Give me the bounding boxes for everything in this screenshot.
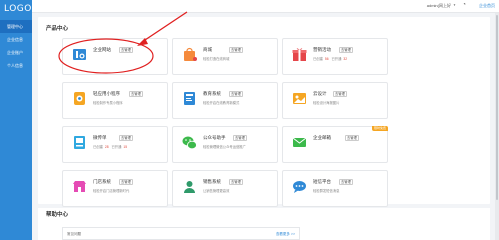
manage-button[interactable]: 去管理 <box>333 91 347 97</box>
product-card-sales[interactable]: 销售系统 去管理 让销售管理更高效 <box>172 170 278 207</box>
card-desc: 轻松设计海报图片 <box>313 101 340 105</box>
card-stats: 已创建 56 已开通 32 <box>313 57 348 61</box>
product-card-website[interactable]: 企业网站 去管理 <box>62 38 168 75</box>
help-circle-icon[interactable]: ◔ <box>462 2 466 9</box>
mini-program-icon <box>71 90 88 107</box>
card-title: 商城 <box>203 47 212 52</box>
card-title: 轻应用小程序 <box>93 91 120 96</box>
product-card-marketing[interactable]: 营销活动 去管理 已创建 56 已开通 32 <box>282 38 388 75</box>
help-center-panel: 帮助中心 常见问题 查看更多 >> <box>38 208 490 240</box>
manage-button[interactable]: 去管理 <box>119 179 133 185</box>
card-title: 企业网站 <box>93 47 111 52</box>
manage-button[interactable]: 去管理 <box>229 47 243 53</box>
manage-button[interactable]: 去管理 <box>233 135 247 141</box>
product-center-panel: 产品中心 企业网站 去管理 商城 去管理 轻松打造在线商城 营销活动 去管理 已… <box>38 17 490 207</box>
sidebar-item-company-info[interactable]: 企业信息 <box>0 33 32 46</box>
card-title: 销售系统 <box>203 179 221 184</box>
card-desc: 轻松群发短信消息 <box>313 189 340 193</box>
card-desc: 轻松开启门店管理新时代 <box>93 189 130 193</box>
section-title-products: 产品中心 <box>46 26 69 32</box>
product-card-flyer[interactable]: 微传单 去管理 已创建 28 已开通 15 <box>62 126 168 163</box>
shopping-bag-icon <box>181 46 198 63</box>
manage-button[interactable]: 去管理 <box>119 135 133 141</box>
sidebar-item-personal-info[interactable]: 个人信息 <box>0 59 32 72</box>
user-name[interactable]: admin(网上好 <box>427 3 451 9</box>
book-icon <box>181 90 198 107</box>
manage-button[interactable]: 去管理 <box>129 91 143 97</box>
product-card-mini-program[interactable]: 轻应用小程序 去管理 轻松制作专属小程序 <box>62 82 168 119</box>
manage-button[interactable]: 去管理 <box>339 47 353 53</box>
logo: LOGO <box>4 4 32 14</box>
card-desc: 轻松制作专属小程序 <box>93 101 123 105</box>
manage-button[interactable]: 去管理 <box>229 91 243 97</box>
free-badge: 限时免费 <box>371 126 388 131</box>
product-card-sms[interactable]: 短信平台 去管理 轻松群发短信消息 <box>282 170 388 207</box>
product-card-mall[interactable]: 商城 去管理 轻松打造在线商城 <box>172 38 278 75</box>
manage-button[interactable]: 去管理 <box>119 47 133 53</box>
mail-icon <box>291 134 308 151</box>
gift-icon <box>291 46 308 63</box>
card-title: 企业邮箱 <box>313 135 331 140</box>
image-icon <box>291 90 308 107</box>
faq-label: 常见问题 <box>67 232 81 236</box>
help-faq-row[interactable]: 常见问题 查看更多 >> <box>62 227 300 240</box>
card-title: 营销活动 <box>313 47 331 52</box>
product-card-enterprise-mail[interactable]: 企业邮箱 去管理 限时免费 <box>282 126 388 163</box>
product-card-wechat-assistant[interactable]: 公众号助手 去管理 轻松管理微信公众号运营推广 <box>172 126 278 163</box>
store-icon <box>71 178 88 195</box>
product-card-cloud-design[interactable]: 云设计 去管理 轻松设计海报图片 <box>282 82 388 119</box>
card-desc: 让销售管理更高效 <box>203 189 230 193</box>
card-title: 短信平台 <box>313 179 331 184</box>
card-desc: 轻松开启在线教育新模式 <box>203 101 240 105</box>
card-desc: 轻松管理微信公众号运营推广 <box>203 145 246 149</box>
card-title: 教育系统 <box>203 91 221 96</box>
card-stats: 已创建 28 已开通 15 <box>93 145 128 149</box>
sales-icon <box>181 178 198 195</box>
view-more-link[interactable]: 查看更多 >> <box>276 232 295 237</box>
sidebar: LOGO 管理中心 企业信息 企业账户 个人信息 <box>0 0 32 240</box>
chevron-down-icon[interactable]: ▼ <box>453 3 456 7</box>
card-title: 公众号助手 <box>203 135 226 140</box>
sidebar-item-management[interactable]: 管理中心 <box>0 20 32 33</box>
scrollbar-thumb[interactable] <box>496 15 498 200</box>
card-desc: 轻松打造在线商城 <box>203 57 230 61</box>
flyer-icon <box>71 134 88 151</box>
manage-button[interactable]: 去管理 <box>345 135 359 141</box>
sms-icon <box>291 178 308 195</box>
product-card-education[interactable]: 教育系统 去管理 轻松开启在线教育新模式 <box>172 82 278 119</box>
wechat-icon <box>181 134 198 151</box>
manage-button[interactable]: 去管理 <box>229 179 243 185</box>
website-icon <box>71 46 88 63</box>
sidebar-item-company-account[interactable]: 企业账户 <box>0 46 32 59</box>
product-card-store[interactable]: 门店系统 去管理 轻松开启门店管理新时代 <box>62 170 168 207</box>
scrollbar[interactable] <box>495 13 499 240</box>
card-title: 微传单 <box>93 135 107 140</box>
company-home-link[interactable]: 企业首页 <box>479 3 495 9</box>
top-bar: admin(网上好 ▼ ◔ 企业首页 <box>32 0 499 13</box>
card-title: 云设计 <box>313 91 327 96</box>
card-title: 门店系统 <box>93 179 111 184</box>
manage-button[interactable]: 去管理 <box>339 179 353 185</box>
section-title-help: 帮助中心 <box>46 212 69 218</box>
